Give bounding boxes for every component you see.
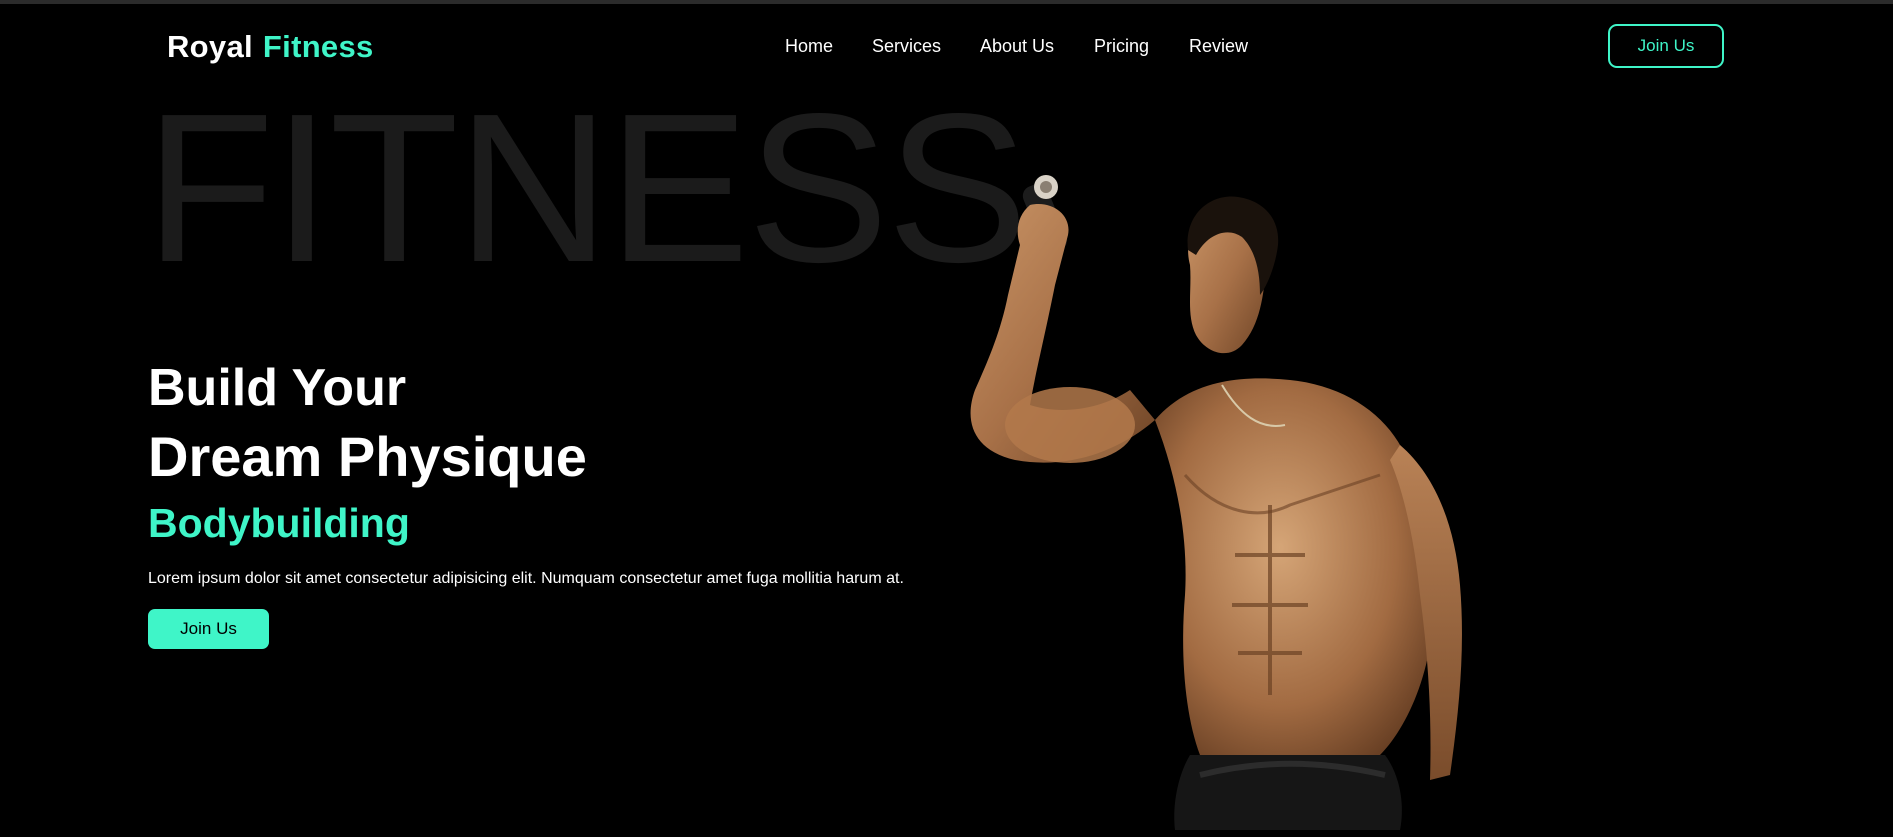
nav-services-link[interactable]: Services <box>872 36 941 57</box>
hero-title-line-2: Dream Physique <box>148 425 587 488</box>
hero-subtitle: Bodybuilding <box>148 500 410 546</box>
nav-about-us-link[interactable]: About Us <box>980 36 1054 57</box>
hero-join-button[interactable]: Join Us <box>148 609 269 649</box>
logo-word-fitness: Fitness <box>262 29 374 64</box>
hero-description: Lorem ipsum dolor sit amet consectetur a… <box>148 570 904 587</box>
brand-logo[interactable]: Royal Fitness <box>167 29 374 65</box>
nav-review-link[interactable]: Review <box>1189 36 1248 57</box>
header-join-button[interactable]: Join Us <box>1608 24 1724 68</box>
logo-word-royal: Royal <box>167 29 253 64</box>
athlete-photo <box>970 175 1462 830</box>
background-watermark-word: FITNESS <box>145 69 1028 306</box>
landing-page: Royal Fitness Home Services About Us Pric… <box>0 0 1893 837</box>
nav-pricing-link[interactable]: Pricing <box>1094 36 1149 57</box>
top-divider <box>0 0 1893 4</box>
hero-title-line-1: Build Your <box>148 359 407 417</box>
nav-home-link[interactable]: Home <box>785 36 833 57</box>
